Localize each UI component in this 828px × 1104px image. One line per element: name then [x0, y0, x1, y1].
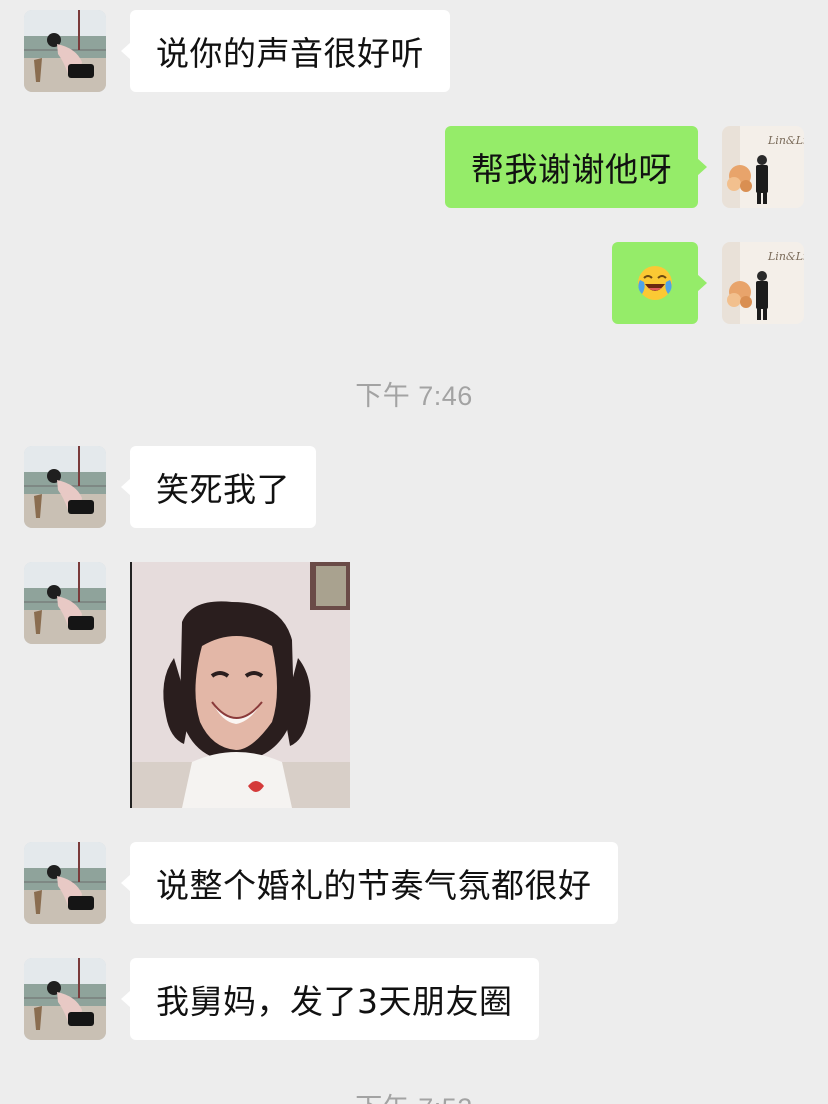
message-row-outgoing: Lin&Lin: [0, 242, 828, 324]
outgoing-message-bubble[interactable]: 帮我谢谢他呀: [445, 126, 707, 208]
message-row-incoming: [0, 562, 828, 808]
contact-avatar[interactable]: [24, 10, 106, 92]
tears-of-joy-emoji-icon: [638, 266, 672, 300]
svg-text:Lin&Lin: Lin&Lin: [767, 250, 804, 263]
message-text: 我舅妈，发了3天朋友圈: [156, 982, 513, 1021]
incoming-message-bubble[interactable]: 笑死我了: [121, 446, 316, 528]
incoming-message-bubble[interactable]: 说整个婚礼的节奏气氛都很好: [121, 842, 618, 924]
message-row-incoming: 说你的声音很好听: [0, 10, 828, 92]
contact-avatar[interactable]: [24, 562, 106, 644]
message-row-incoming: 笑死我了: [0, 446, 828, 528]
incoming-message-bubble[interactable]: 我舅妈，发了3天朋友圈: [121, 958, 539, 1040]
contact-avatar[interactable]: [24, 958, 106, 1040]
message-text: 说你的声音很好听: [156, 34, 424, 73]
my-avatar[interactable]: Lin&Lin: [722, 242, 804, 324]
message-text: 说整个婚礼的节奏气氛都很好: [156, 866, 592, 905]
svg-text:Lin&Lin: Lin&Lin: [767, 134, 804, 147]
chat-message-list[interactable]: 说你的声音很好听 帮我谢谢他呀 Lin&Lin: [0, 0, 828, 1104]
message-timestamp: 下午 7:46: [355, 381, 473, 411]
laughing-girl-sticker[interactable]: [130, 562, 350, 808]
incoming-message-bubble[interactable]: 说你的声音很好听: [121, 10, 450, 92]
message-timestamp: 下午 7:52: [0, 1086, 828, 1104]
outgoing-message-bubble[interactable]: [612, 242, 707, 324]
message-text: 笑死我了: [156, 470, 290, 509]
message-text: 帮我谢谢他呀: [471, 150, 672, 189]
contact-avatar[interactable]: [24, 446, 106, 528]
message-row-incoming: 我舅妈，发了3天朋友圈: [0, 958, 828, 1040]
message-row-incoming: 说整个婚礼的节奏气氛都很好: [0, 842, 828, 924]
contact-avatar[interactable]: [24, 842, 106, 924]
message-row-outgoing: 帮我谢谢他呀 Lin&Lin: [0, 126, 828, 208]
my-avatar[interactable]: Lin&Lin: [722, 126, 804, 208]
